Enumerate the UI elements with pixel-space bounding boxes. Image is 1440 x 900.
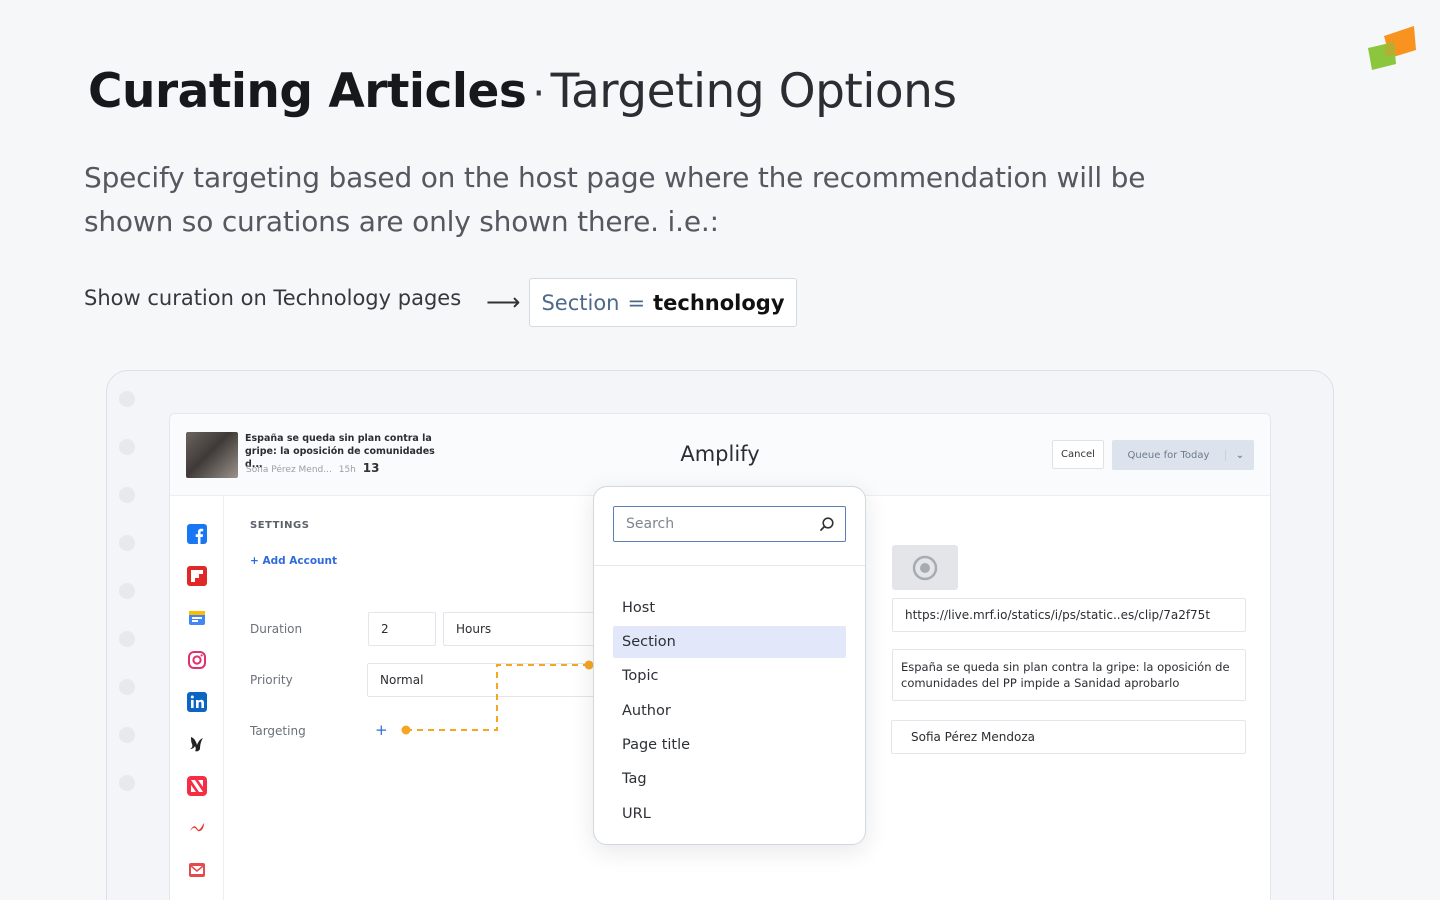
facebook-icon[interactable] xyxy=(187,524,207,544)
background-dot-icon xyxy=(119,535,135,551)
modal-title: Amplify xyxy=(680,442,760,466)
chevron-down-icon[interactable]: ⌄ xyxy=(1226,450,1254,461)
article-meta: Sofia Pérez Mend... 15h 13 xyxy=(246,461,379,475)
image-upload-icon xyxy=(912,555,938,580)
linkedin-icon[interactable] xyxy=(187,692,207,712)
option-topic[interactable]: Topic xyxy=(613,660,846,692)
modal-header: España se queda sin plan contra la gripe… xyxy=(170,414,1270,496)
settings-heading: SETTINGS xyxy=(250,520,310,531)
dropdown-divider xyxy=(594,565,865,566)
headline-field[interactable]: España se queda sin plan contra la gripe… xyxy=(892,649,1246,701)
brand-logo xyxy=(1368,26,1416,70)
priority-label: Priority xyxy=(250,673,293,687)
search-icon[interactable] xyxy=(819,516,835,532)
background-dot-icon xyxy=(119,727,135,743)
targeting-example-pill: Section = technology xyxy=(529,278,797,327)
url-field[interactable]: https://live.mrf.io/statics/i/ps/static.… xyxy=(892,598,1246,632)
image-placeholder xyxy=(892,545,958,590)
pill-operator: = xyxy=(627,290,646,315)
option-page-title[interactable]: Page title xyxy=(613,729,846,761)
duration-label: Duration xyxy=(250,622,303,636)
duration-unit-select[interactable]: Hours xyxy=(443,612,603,646)
apple-news-icon[interactable] xyxy=(187,776,207,796)
article-age: 15h xyxy=(338,465,356,475)
channel-sidebar xyxy=(170,496,224,900)
article-thumbnail xyxy=(186,432,238,478)
background-dot-icon xyxy=(119,439,135,455)
description: Specify targeting based on the host page… xyxy=(84,161,1146,238)
email-icon[interactable] xyxy=(187,860,207,880)
instagram-icon[interactable] xyxy=(187,650,207,670)
targeting-label: Targeting xyxy=(250,724,306,738)
background-dot-icon xyxy=(119,487,135,503)
option-host[interactable]: Host xyxy=(613,592,846,624)
pill-value: technology xyxy=(653,290,785,315)
duration-input[interactable]: 2 xyxy=(368,612,436,646)
title-strong: Curating Articles xyxy=(88,64,527,119)
article-author: Sofia Pérez Mend... xyxy=(246,465,332,475)
queue-button-label[interactable]: Queue for Today xyxy=(1112,449,1226,461)
option-url[interactable]: URL xyxy=(613,798,846,830)
bird-icon[interactable] xyxy=(187,734,207,754)
option-section[interactable]: Section xyxy=(613,626,846,658)
pill-key: Section xyxy=(541,290,620,315)
add-account-link[interactable]: + Add Account xyxy=(250,555,337,567)
page-title: Curating Articles · Targeting Options xyxy=(88,60,957,126)
background-dot-icon xyxy=(119,775,135,791)
author-field[interactable]: Sofia Pérez Mendoza xyxy=(891,720,1246,754)
targeting-dropdown: Search Host Section Topic Author Page ti… xyxy=(593,486,866,845)
background-dot-icon xyxy=(119,679,135,695)
background-dot-icon xyxy=(119,583,135,599)
add-targeting-button[interactable]: + xyxy=(375,721,388,739)
smartnews-icon[interactable] xyxy=(187,818,207,838)
google-news-icon[interactable] xyxy=(187,608,207,628)
title-separator: · xyxy=(532,71,545,117)
option-tag[interactable]: Tag xyxy=(613,763,846,795)
example-label: Show curation on Technology pages xyxy=(84,286,462,310)
arrow-right-icon: ⟶ xyxy=(486,288,521,316)
headline-text: España se queda sin plan contra la gripe… xyxy=(901,660,1230,690)
article-count: 13 xyxy=(362,461,380,475)
priority-select[interactable]: Normal xyxy=(367,663,603,697)
title-light: Targeting Options xyxy=(550,64,957,119)
flipboard-icon[interactable] xyxy=(187,566,207,586)
background-dot-icon xyxy=(119,631,135,647)
search-input[interactable]: Search xyxy=(613,506,846,542)
queue-button[interactable]: Queue for Today ⌄ xyxy=(1112,440,1254,470)
background-dot-icon xyxy=(119,391,135,407)
option-author[interactable]: Author xyxy=(613,695,846,727)
cancel-button[interactable]: Cancel xyxy=(1052,440,1104,469)
